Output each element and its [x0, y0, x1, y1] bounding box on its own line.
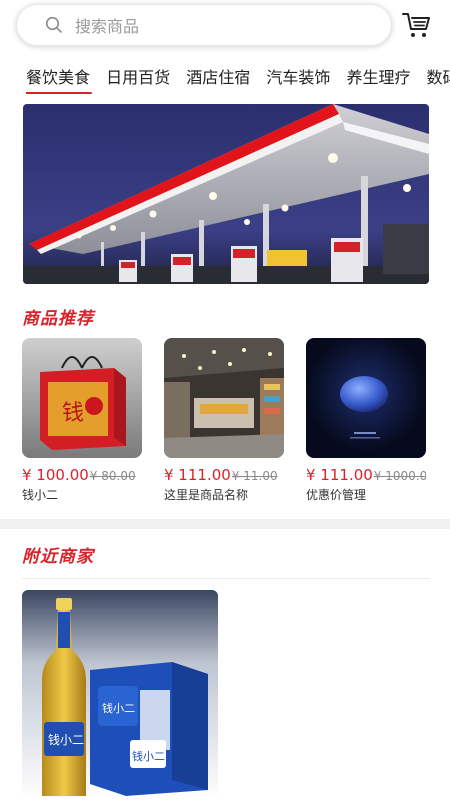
product-price: ¥ 111.00 [164, 466, 231, 483]
product-image[interactable]: 钱 [22, 338, 142, 458]
product-original-price: ¥ 1000.00 [373, 469, 426, 483]
tab-category[interactable]: 养生理疗 [346, 64, 410, 94]
tab-category[interactable]: 汽车装饰 [266, 64, 330, 94]
search-placeholder: 搜索商品 [75, 17, 140, 36]
cart-icon[interactable] [400, 9, 432, 41]
merchant-card-image[interactable]: 钱小二 钱小二 钱小二 [22, 590, 218, 800]
tab-category[interactable]: 酒店住宿 [186, 64, 250, 94]
search-icon [45, 16, 63, 34]
product-name: 这里是商品名称 [164, 488, 249, 502]
product-list: 钱 ¥ 100.00¥ 80.00 钱小二 ¥ 111.00¥ 11.00 这里… [22, 338, 442, 503]
product-card[interactable]: ¥ 111.00¥ 11.00 这里是商品名称 [164, 338, 284, 503]
svg-text:钱小二: 钱小二 [48, 732, 84, 747]
product-card[interactable]: 钱 ¥ 100.00¥ 80.00 钱小二 [22, 338, 142, 503]
product-original-price: ¥ 80.00 [89, 469, 136, 483]
divider-line [22, 578, 430, 579]
tab-category[interactable]: 日用百货 [106, 64, 170, 94]
product-name: 钱小二 [22, 488, 59, 502]
tab-category[interactable]: 餐饮美食 [26, 64, 93, 94]
banner-image[interactable] [23, 104, 429, 284]
search-bar[interactable]: 搜索商品 [16, 4, 392, 46]
svg-text:钱小二: 钱小二 [102, 701, 135, 715]
svg-text:钱: 钱 [62, 401, 84, 426]
product-price: ¥ 111.00 [306, 466, 373, 483]
product-name: 优惠价管理 [306, 488, 367, 502]
product-image[interactable] [164, 338, 284, 458]
product-original-price: ¥ 11.00 [231, 469, 278, 483]
section-divider [0, 519, 450, 529]
category-tabs: 餐饮美食 日用百货 酒店住宿 汽车装饰 养生理疗 数码 [26, 64, 450, 96]
product-image[interactable] [306, 338, 426, 458]
section-title-nearby: 附近商家 [22, 547, 94, 567]
section-title-recommended: 商品推荐 [22, 309, 94, 329]
svg-text:钱小二: 钱小二 [132, 749, 165, 763]
product-price: ¥ 100.00 [22, 466, 89, 483]
tab-category[interactable]: 数码 [427, 64, 450, 94]
product-card[interactable]: ¥ 111.00¥ 1000.00 优惠价管理 [306, 338, 426, 503]
